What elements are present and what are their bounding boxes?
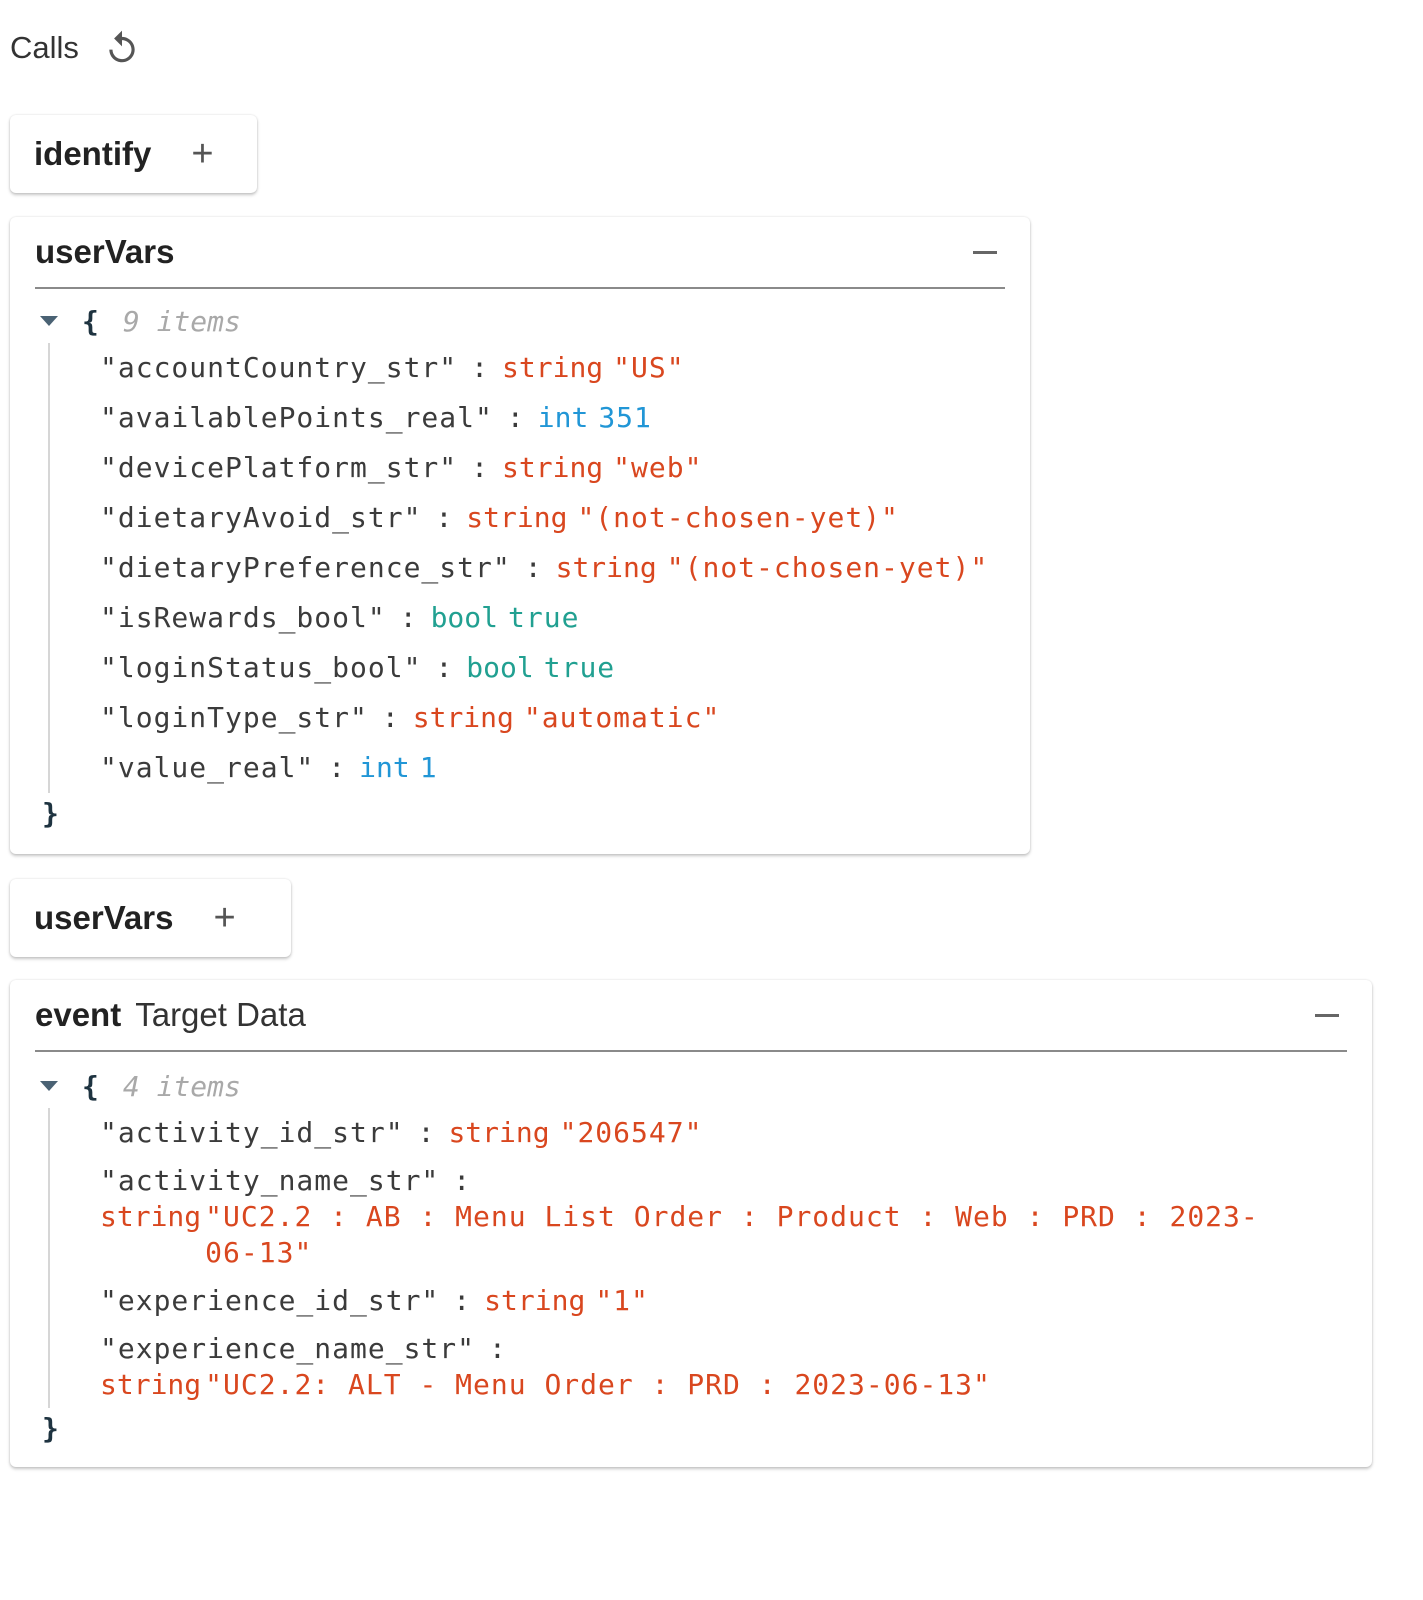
json-key: "activity_name_str" <box>100 1164 440 1197</box>
json-type: bool <box>466 651 534 684</box>
item-count: 4 items <box>122 1069 241 1103</box>
json-type: string <box>466 501 568 534</box>
event-panel-subtitle: Target Data <box>135 996 306 1033</box>
json-value: "US" <box>613 351 685 384</box>
json-type: string <box>555 551 657 584</box>
json-type: string <box>502 451 604 484</box>
collapse-caret-icon[interactable] <box>40 1081 58 1091</box>
json-value: true <box>543 651 616 684</box>
json-object-close: } <box>38 1408 1352 1448</box>
json-value: "UC2.2: ALT - Menu Order : PRD : 2023-06… <box>205 1368 991 1401</box>
collapse-caret-icon[interactable] <box>40 316 58 326</box>
open-brace: { <box>82 304 99 338</box>
uservars-panel-header: userVars <box>35 217 1005 289</box>
json-object-body: "accountCountry_str" : string "US" "avai… <box>48 343 1010 793</box>
json-type: string <box>100 1200 202 1233</box>
collapse-minus-icon[interactable] <box>1307 995 1347 1035</box>
json-row: "dietaryAvoid_str" : string "(not-chosen… <box>100 493 1010 543</box>
event-panel-title: event <box>35 996 122 1033</box>
json-key: "dietaryAvoid_str" <box>100 501 422 534</box>
json-key: "devicePlatform_str" <box>100 451 458 484</box>
expand-plus-icon[interactable]: + <box>213 899 235 937</box>
json-colon: : <box>471 351 489 384</box>
json-colon: : <box>453 1284 471 1317</box>
json-value: "(not-chosen-yet)" <box>577 501 899 534</box>
json-row: "isRewards_bool" : bool true <box>100 593 1010 643</box>
json-key: "isRewards_bool" <box>100 601 386 634</box>
json-colon: : <box>506 401 524 434</box>
close-brace: } <box>42 796 59 830</box>
json-key: "experience_id_str" <box>100 1284 440 1317</box>
json-colon: : <box>471 451 489 484</box>
json-object-body: "activity_id_str" : string "206547" "act… <box>48 1108 1352 1408</box>
json-row: "availablePoints_real" : int 351 <box>100 393 1010 443</box>
identify-chip[interactable]: identify + <box>10 115 257 193</box>
json-value: "web" <box>613 451 703 484</box>
json-row: "value_real" : int 1 <box>100 743 1010 793</box>
json-row: "experience_id_str" : string "1" <box>100 1276 1352 1326</box>
json-row: "activity_name_str" : string "UC2.2 : AB… <box>100 1158 1352 1276</box>
uservars-chip[interactable]: userVars + <box>10 879 291 957</box>
json-colon: : <box>453 1164 471 1197</box>
json-key: "value_real" <box>100 751 315 784</box>
uservars-panel-title: userVars <box>35 233 175 270</box>
json-type: string <box>100 1368 202 1401</box>
json-type: string <box>412 701 514 734</box>
json-colon: : <box>435 651 453 684</box>
event-target-data-panel: event Target Data { 4 items "activity_id… <box>10 980 1372 1467</box>
json-row: "accountCountry_str" : string "US" <box>100 343 1010 393</box>
json-key: "loginStatus_bool" <box>100 651 422 684</box>
json-object-close: } <box>38 793 1010 833</box>
expand-plus-icon[interactable]: + <box>191 135 213 173</box>
json-key: "experience_name_str" <box>100 1332 476 1365</box>
json-type: bool <box>430 601 499 634</box>
uservars-json-viewer: { 9 items "accountCountry_str" : string … <box>38 299 1010 833</box>
json-value: "(not-chosen-yet)" <box>666 551 989 584</box>
json-type: int <box>537 401 589 434</box>
calls-title: Calls <box>10 30 79 65</box>
json-colon: : <box>417 1116 435 1149</box>
json-key: "accountCountry_str" <box>100 351 458 384</box>
json-value: "UC2.2 : AB : Menu List Order : Product … <box>205 1200 1259 1269</box>
json-value: "automatic" <box>523 701 721 734</box>
event-json-viewer: { 4 items "activity_id_str" : string "20… <box>38 1064 1352 1448</box>
json-row: "loginType_str" : string "automatic" <box>100 693 1010 743</box>
json-key: "dietaryPreference_str" <box>100 551 511 584</box>
json-key: "availablePoints_real" <box>100 401 493 434</box>
json-key: "activity_id_str" <box>100 1116 404 1149</box>
identify-chip-label: identify <box>34 135 152 172</box>
json-type: string <box>484 1284 586 1317</box>
json-value: "1" <box>595 1284 649 1317</box>
json-value: true <box>508 601 580 634</box>
uservars-panel: userVars { 9 items "accountCountry_str" … <box>10 217 1030 854</box>
json-colon: : <box>328 751 346 784</box>
open-brace: { <box>82 1069 99 1103</box>
event-panel-header: event Target Data <box>35 980 1347 1052</box>
json-colon: : <box>489 1332 506 1365</box>
json-value: "206547" <box>559 1116 703 1149</box>
json-colon: : <box>524 551 542 584</box>
json-row: "devicePlatform_str" : string "web" <box>100 443 1010 493</box>
json-colon: : <box>399 601 417 634</box>
json-row: "dietaryPreference_str" : string "(not-c… <box>100 543 1010 593</box>
json-object-open: { 4 items <box>38 1064 1352 1108</box>
json-type: int <box>359 751 410 784</box>
close-brace: } <box>42 1411 59 1445</box>
json-colon: : <box>381 701 399 734</box>
json-row: "loginStatus_bool" : bool true <box>100 643 1010 693</box>
json-type: string <box>448 1116 550 1149</box>
json-key: "loginType_str" <box>100 701 368 734</box>
json-object-open: { 9 items <box>38 299 1010 343</box>
uservars-chip-label: userVars <box>34 899 174 936</box>
item-count: 9 items <box>122 304 241 338</box>
json-row: "activity_id_str" : string "206547" <box>100 1108 1352 1158</box>
refresh-icon[interactable] <box>99 25 145 71</box>
json-colon: : <box>435 501 453 534</box>
json-value: 1 <box>419 751 438 784</box>
json-type: string <box>502 351 604 384</box>
collapse-minus-icon[interactable] <box>965 232 1005 272</box>
json-value: 351 <box>598 401 652 434</box>
calls-header: Calls <box>10 22 145 74</box>
json-row: "experience_name_str" : string "UC2.2: A… <box>100 1326 1352 1408</box>
